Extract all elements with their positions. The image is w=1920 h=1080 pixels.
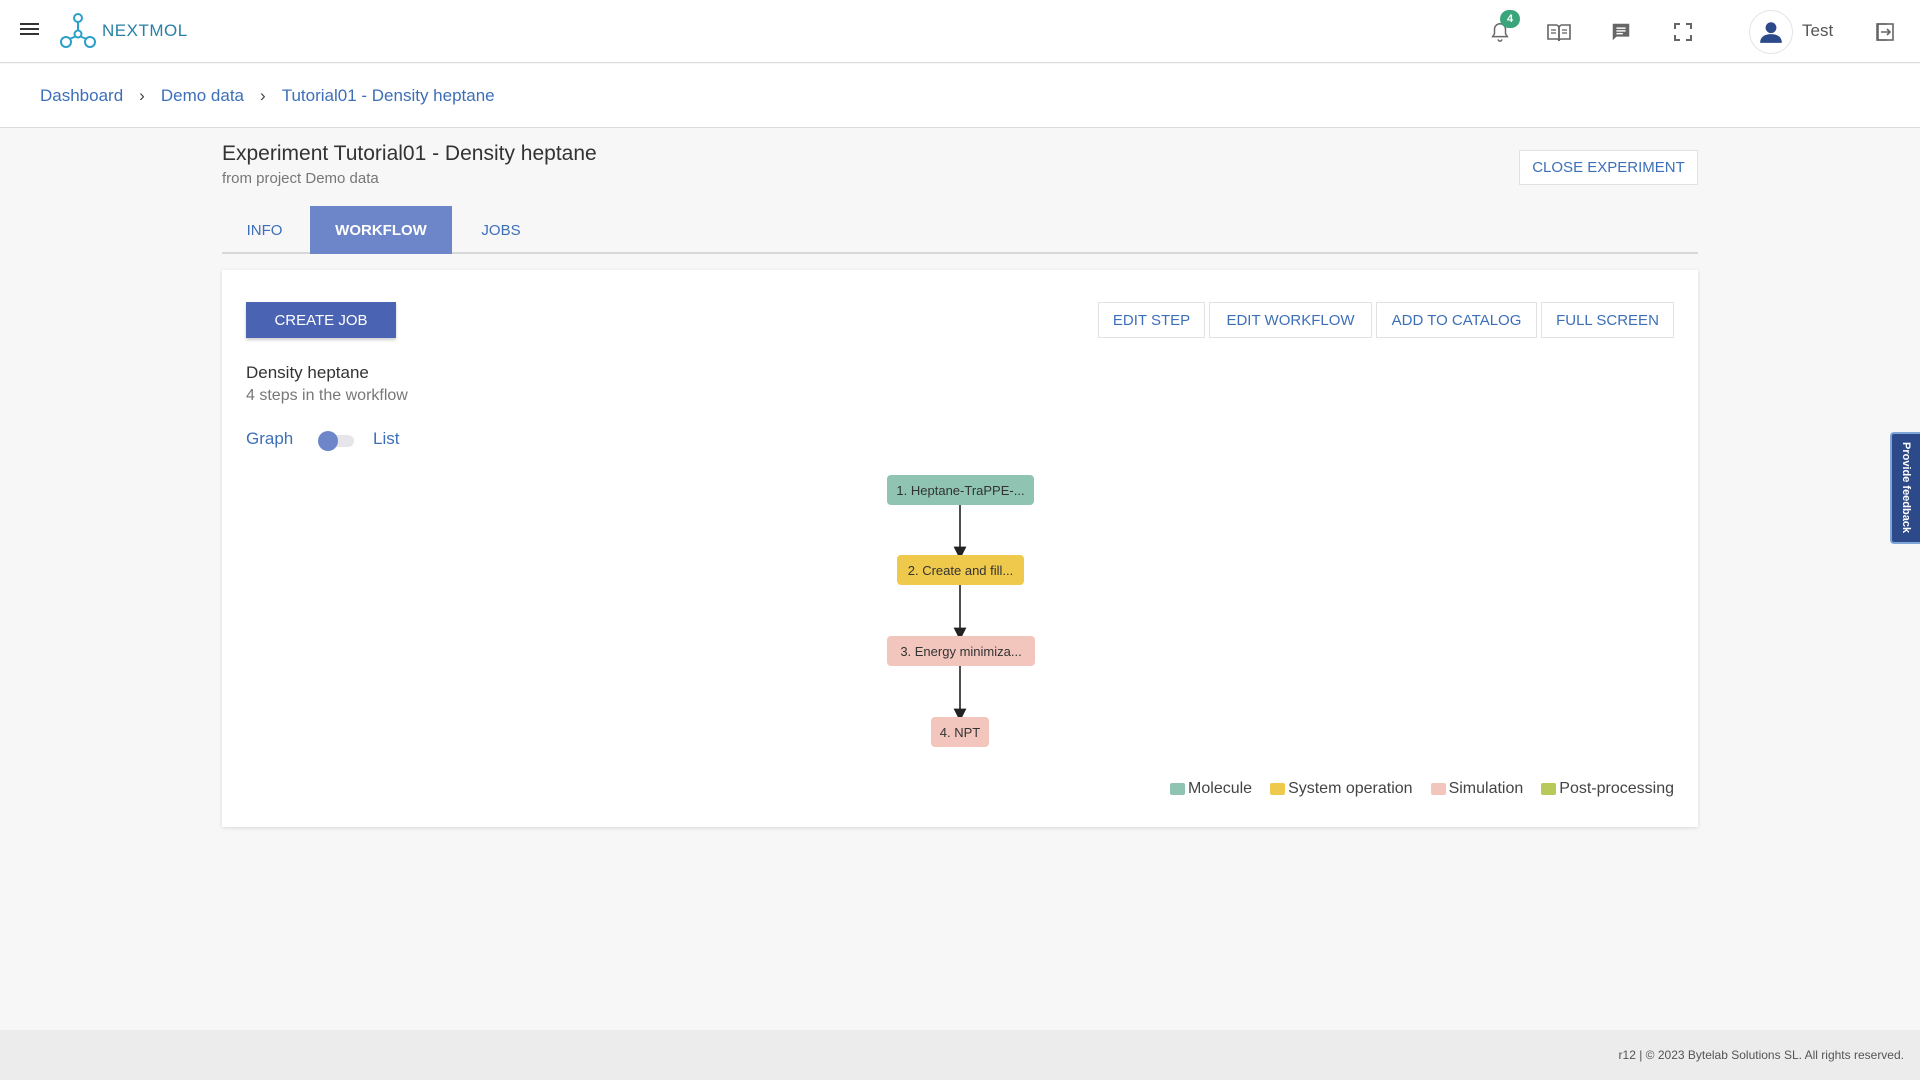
legend-item-simulation: Simulation — [1430, 780, 1524, 798]
legend-label: Simulation — [1448, 780, 1524, 797]
brand-name: NEXTMOL — [102, 21, 188, 40]
view-toggle: Graph List — [246, 427, 426, 451]
page-title: Experiment Tutorial01 - Density heptane — [222, 142, 597, 165]
menu-icon[interactable] — [18, 20, 42, 42]
footer-copyright: r12 | © 2023 Bytelab Solutions SL. All r… — [1618, 1048, 1904, 1062]
breadcrumb-experiment[interactable]: Tutorial01 - Density heptane — [282, 86, 495, 106]
app-bar: NEXTMOL 4 Test — [0, 0, 1920, 63]
logout-button[interactable] — [1871, 18, 1899, 46]
molecule-logo-icon — [60, 13, 96, 48]
legend-swatch — [1430, 783, 1446, 795]
workflow-node-3[interactable]: 3. Energy minimiza... — [887, 636, 1035, 666]
legend-label: System operation — [1288, 780, 1413, 797]
full-screen-button[interactable]: FULL SCREEN — [1541, 302, 1674, 338]
workflow-node-2[interactable]: 2. Create and fill... — [897, 555, 1024, 585]
legend-item-molecule: Molecule — [1170, 780, 1252, 798]
legend-swatch — [1541, 783, 1557, 795]
tab-jobs[interactable]: JOBS — [456, 206, 546, 254]
list-view-label[interactable]: List — [373, 429, 399, 449]
logout-icon — [1876, 23, 1894, 41]
footer: r12 | © 2023 Bytelab Solutions SL. All r… — [0, 1030, 1920, 1080]
tab-bar: INFO WORKFLOW JOBS — [222, 206, 1698, 254]
workflow-node-1[interactable]: 1. Heptane-TraPPE-... — [887, 475, 1034, 505]
create-job-button[interactable]: CREATE JOB — [246, 302, 396, 338]
view-switch[interactable] — [316, 429, 356, 451]
logo[interactable]: NEXTMOL — [58, 12, 188, 50]
page-subtitle: from project Demo data — [222, 170, 379, 187]
legend: Molecule System operation Simulation Pos… — [1152, 780, 1674, 798]
close-experiment-button[interactable]: CLOSE EXPERIMENT — [1519, 150, 1698, 185]
feedback-tab[interactable]: Provide feedback — [1890, 432, 1920, 544]
book-icon — [1547, 24, 1571, 42]
legend-item-post-processing: Post-processing — [1541, 780, 1674, 798]
legend-label: Molecule — [1188, 780, 1253, 797]
legend-swatch — [1170, 783, 1186, 795]
add-to-catalog-button[interactable]: ADD TO CATALOG — [1376, 302, 1537, 338]
notification-count-badge: 4 — [1500, 10, 1520, 28]
workflow-node-4[interactable]: 4. NPT — [931, 717, 989, 747]
user-icon — [1760, 22, 1782, 43]
workflow-card: CREATE JOB EDIT STEP EDIT WORKFLOW ADD T… — [222, 270, 1698, 827]
tab-info[interactable]: INFO — [222, 206, 307, 254]
breadcrumb: Dashboard › Demo data › Tutorial01 - Den… — [0, 64, 1920, 128]
notifications-button[interactable]: 4 — [1486, 10, 1520, 46]
switch-knob — [318, 431, 338, 451]
workflow-name: Density heptane — [246, 363, 369, 382]
breadcrumb-dashboard[interactable]: Dashboard — [40, 86, 123, 106]
edit-step-button[interactable]: EDIT STEP — [1098, 302, 1205, 338]
fullscreen-button[interactable] — [1669, 18, 1697, 46]
user-name[interactable]: Test — [1802, 21, 1833, 41]
legend-item-system-operation: System operation — [1270, 780, 1413, 798]
workflow-steps-count: 4 steps in the workflow — [246, 387, 408, 404]
legend-label: Post-processing — [1559, 780, 1674, 797]
edit-workflow-button[interactable]: EDIT WORKFLOW — [1209, 302, 1372, 338]
chat-icon — [1612, 23, 1630, 41]
breadcrumb-separator: › — [260, 85, 266, 105]
breadcrumb-separator: › — [139, 85, 145, 105]
graph-view-label[interactable]: Graph — [246, 429, 293, 449]
avatar[interactable] — [1749, 10, 1793, 54]
messages-button[interactable] — [1607, 18, 1635, 46]
documentation-button[interactable] — [1545, 18, 1573, 46]
tab-workflow[interactable]: WORKFLOW — [310, 206, 452, 254]
breadcrumb-project[interactable]: Demo data — [161, 86, 244, 106]
legend-swatch — [1270, 783, 1286, 795]
feedback-label: Provide feedback — [1900, 442, 1912, 534]
fullscreen-icon — [1674, 23, 1692, 41]
